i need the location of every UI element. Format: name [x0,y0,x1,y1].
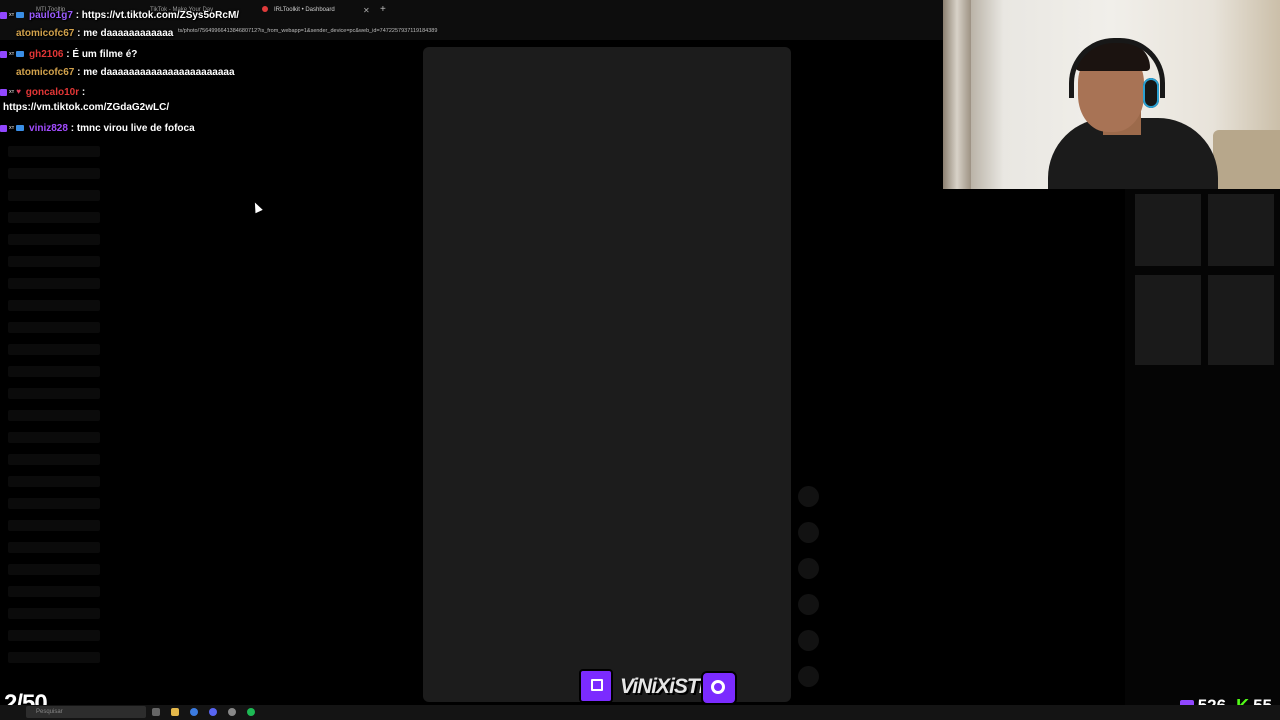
sub-badge-icon [16,51,25,57]
webcam-overlay [943,0,1280,189]
new-tab-icon[interactable]: + [380,2,386,17]
channel-name: ViNiXiSTE [620,675,713,698]
twitch-badge-icon [0,11,7,19]
chat-username: paulo1g7 [29,9,73,21]
chat-username: viniz828 [29,122,68,134]
chat-link: https://vm.tiktok.com/ZGdaG2wLC/ [3,102,170,113]
like-button[interactable] [798,486,819,507]
headset-earcup [1143,78,1159,108]
chat-username: atomicofc67 [16,67,75,78]
xt-badge-icon: xт [9,51,15,57]
tab-irltoolkit-dashboard[interactable]: IRLToolkit • Dashboard [262,3,352,18]
chat-text: : É um filme é? [63,48,138,60]
twitch-badge-icon [0,50,7,58]
chat-username: atomicofc67 [16,28,75,39]
badges: xт ♥ [0,85,21,100]
more-button[interactable] [798,630,819,651]
skeleton-item [8,234,100,245]
chat-message: atomicofc67 : me daaaaaaaaaaaa [0,27,173,41]
chat-text: : https://vt.tiktok.com/ZSys5oRcM/ [72,9,240,21]
close-tab-icon[interactable]: ✕ [363,3,370,18]
chat-text: : me daaaaaaaaaaaaaaaaaaaaaaa [74,67,235,78]
chat-username: goncalo10r [25,86,80,98]
share-button[interactable] [798,594,819,615]
skeleton-item [8,190,100,201]
chat-text: : tmnc virou live de fofoca [67,122,195,134]
save-button[interactable] [798,558,819,579]
xt-badge-icon: xт [9,125,15,131]
sub-badge-icon [16,125,25,131]
chat-message: xт gh2106 : É um filme é? [0,47,137,62]
sofa [1213,130,1280,189]
spotify-icon[interactable] [247,708,255,716]
chat-message-continuation: https://vm.tiktok.com/ZGdaG2wLC/ [3,101,169,115]
skeleton-item [8,322,100,333]
mouse-cursor-icon [251,200,263,214]
skeleton-item [8,256,100,267]
url-text: ts/photo/7564996641384680712?is_from_web… [178,28,438,34]
twitch-badge-icon [0,88,7,96]
skeleton-item [8,410,100,421]
sound-button[interactable] [798,666,819,687]
skeleton-item [8,366,100,377]
discord-icon[interactable] [209,708,217,716]
skeleton-item [8,542,100,553]
suggestion-card[interactable] [1208,275,1274,365]
suggestion-card[interactable] [1208,194,1274,266]
curtain [943,0,971,189]
chat-text: : me daaaaaaaaaaaa [74,28,174,39]
suggestion-card[interactable] [1135,275,1201,365]
skeleton-item [8,498,100,509]
heart-badge-icon: ♥ [16,87,21,96]
twitch-logo-icon [579,669,613,703]
suggestion-card[interactable] [1135,194,1201,266]
skeleton-item [8,564,100,575]
skeleton-item [8,652,100,663]
tab-label: IRLToolkit • Dashboard [274,7,335,13]
skeleton-item [8,300,100,311]
skeleton-item [8,278,100,289]
chrome-icon[interactable] [190,708,198,716]
suggestions-panel [1125,189,1280,720]
comment-button[interactable] [798,522,819,543]
badges: xт [0,121,25,136]
skeleton-item [8,344,100,355]
skeleton-item [8,388,100,399]
skeleton-item [8,212,100,223]
chat-username: gh2106 [29,48,64,60]
badges: xт [0,8,25,23]
xt-badge-icon: xт [9,89,15,95]
task-view-icon[interactable] [152,708,160,716]
skeleton-item [8,630,100,641]
skeleton-item [8,608,100,619]
twitch-badge-icon [0,124,7,132]
taskbar-search[interactable]: Pesquisar [26,706,146,718]
file-explorer-icon[interactable] [171,708,179,716]
chat-message: atomicofc67 : me daaaaaaaaaaaaaaaaaaaaaa… [0,66,235,80]
skeleton-item [8,146,100,157]
chat-message: xт viniz828 : tmnc virou live de fofoca [0,121,195,136]
irltoolkit-icon [262,6,268,13]
chat-message: xт paulo1g7 : https://vt.tiktok.com/ZSys… [0,8,239,23]
taskbar: Pesquisar [0,705,1280,720]
skeleton-item [8,476,100,487]
instagram-logo-icon [701,671,737,705]
sub-badge-icon [16,12,25,18]
skeleton-item [8,432,100,443]
skeleton-item [8,520,100,531]
xt-badge-icon: xт [9,12,15,18]
skeleton-item [8,586,100,597]
skeleton-item [8,454,100,465]
video-feed-placeholder[interactable] [423,47,791,702]
badges: xт [0,47,25,62]
chat-message: xт ♥ goncalo10r : [0,85,85,100]
skeleton-item [8,168,100,179]
chat-text: : [79,86,86,98]
obs-icon[interactable] [228,708,236,716]
